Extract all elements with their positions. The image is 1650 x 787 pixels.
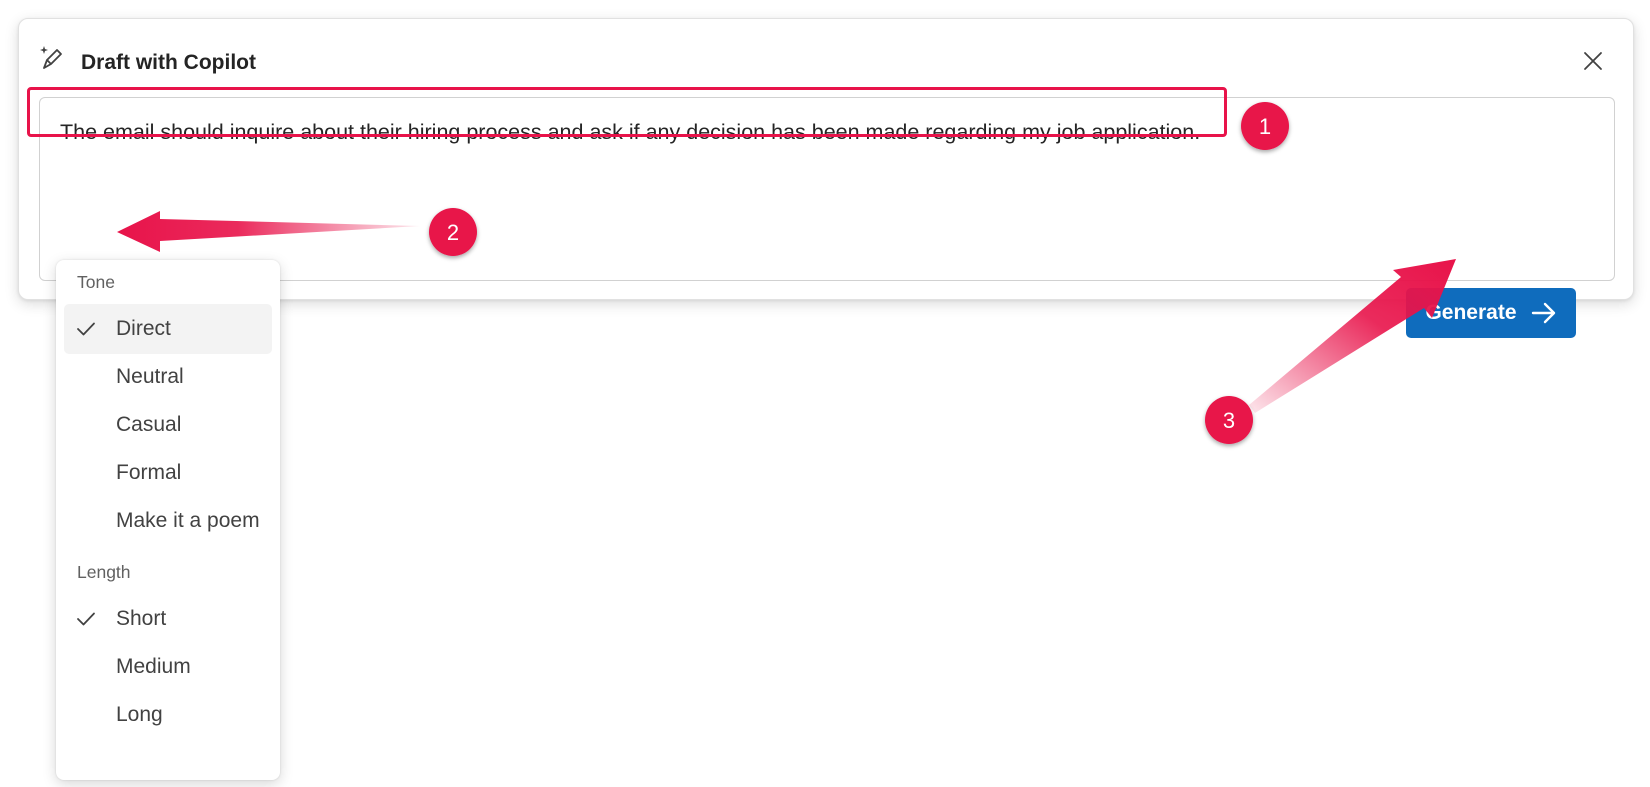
menu-item-neutral[interactable]: Neutral — [64, 352, 272, 402]
close-icon[interactable] — [1581, 49, 1605, 73]
generate-button[interactable]: Generate — [1406, 288, 1576, 338]
menu-header-tone: Tone — [77, 272, 115, 292]
check-icon — [77, 322, 95, 336]
tone-length-menu: Tone Direct Neutral Casual Formal Make i… — [56, 260, 280, 780]
menu-item-formal[interactable]: Formal — [64, 448, 272, 498]
dialog-title: Draft with Copilot — [81, 51, 256, 74]
annotation-marker-3 — [1205, 396, 1253, 444]
menu-item-short[interactable]: Short — [64, 594, 272, 644]
menu-item-label: Medium — [116, 655, 191, 678]
prompt-highlight-box — [27, 87, 1227, 137]
menu-item-casual[interactable]: Casual — [64, 400, 272, 450]
copilot-draft-dialog: Draft with Copilot The email should inqu… — [18, 18, 1634, 338]
menu-item-long[interactable]: Long — [64, 690, 272, 740]
generate-label: Generate — [1425, 301, 1517, 324]
menu-header-length: Length — [77, 562, 131, 582]
copilot-draft-pen-sparkle-icon — [40, 46, 62, 69]
check-icon — [77, 612, 95, 626]
menu-item-label: Casual — [116, 413, 182, 436]
menu-item-medium[interactable]: Medium — [64, 642, 272, 692]
menu-item-direct[interactable]: Direct — [64, 304, 272, 354]
menu-item-label: Direct — [116, 317, 171, 340]
menu-item-label: Neutral — [116, 365, 184, 388]
menu-item-make-it-a-poem[interactable]: Make it a poem — [64, 496, 272, 546]
menu-item-label: Short — [116, 607, 167, 630]
annotation-marker-3-label: 3 — [1223, 408, 1235, 433]
menu-item-label: Long — [116, 703, 163, 726]
arrow-right-icon — [1531, 302, 1555, 324]
menu-item-label: Make it a poem — [116, 509, 260, 532]
menu-item-label: Formal — [116, 461, 182, 484]
